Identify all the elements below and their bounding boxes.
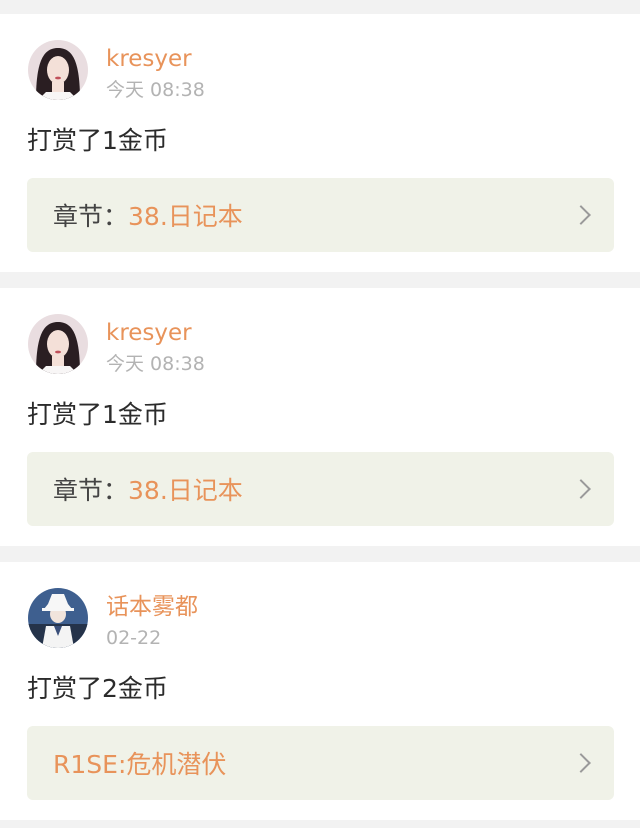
user-avatar[interactable]	[28, 314, 88, 374]
chevron-right-icon	[571, 479, 591, 499]
chapter-prefix: 章节：	[53, 476, 129, 505]
feed-item: kresyer 今天 08:38 打赏了1金币 章节： 38.日记本	[0, 14, 640, 272]
chevron-right-icon	[571, 753, 591, 773]
reward-text: 打赏了1金币	[27, 400, 168, 429]
book-link[interactable]: R1SE:危机潜伏	[27, 726, 614, 800]
chapter-link[interactable]: 章节： 38.日记本	[27, 178, 614, 252]
user-avatar[interactable]	[28, 40, 88, 100]
timestamp: 今天 08:38	[106, 79, 205, 101]
avatar-girl-icon	[28, 314, 88, 374]
chapter-title: 38.日记本	[128, 202, 243, 231]
reward-text: 打赏了2金币	[27, 674, 168, 703]
avatar-girl-icon	[28, 40, 88, 100]
avatar-figure-icon	[28, 588, 88, 648]
chevron-right-icon	[571, 205, 591, 225]
reward-text: 打赏了1金币	[27, 126, 168, 155]
feed-item: kresyer 今天 08:38 打赏了1金币 章节： 38.日记本	[0, 288, 640, 546]
book-title: R1SE:危机潜伏	[53, 750, 227, 779]
chapter-prefix: 章节：	[53, 202, 129, 231]
username[interactable]: 话本雾都	[106, 592, 198, 622]
username[interactable]: kresyer	[106, 318, 192, 348]
chapter-link[interactable]: 章节： 38.日记本	[27, 452, 614, 526]
timestamp: 今天 08:38	[106, 353, 205, 375]
timestamp: 02-22	[106, 627, 162, 649]
chapter-title: 38.日记本	[128, 476, 243, 505]
reward-feed: kresyer 今天 08:38 打赏了1金币 章节： 38.日记本 kresy…	[0, 14, 640, 820]
feed-item: 话本雾都 02-22 打赏了2金币 R1SE:危机潜伏	[0, 562, 640, 820]
user-avatar[interactable]	[28, 588, 88, 648]
username[interactable]: kresyer	[106, 44, 192, 74]
